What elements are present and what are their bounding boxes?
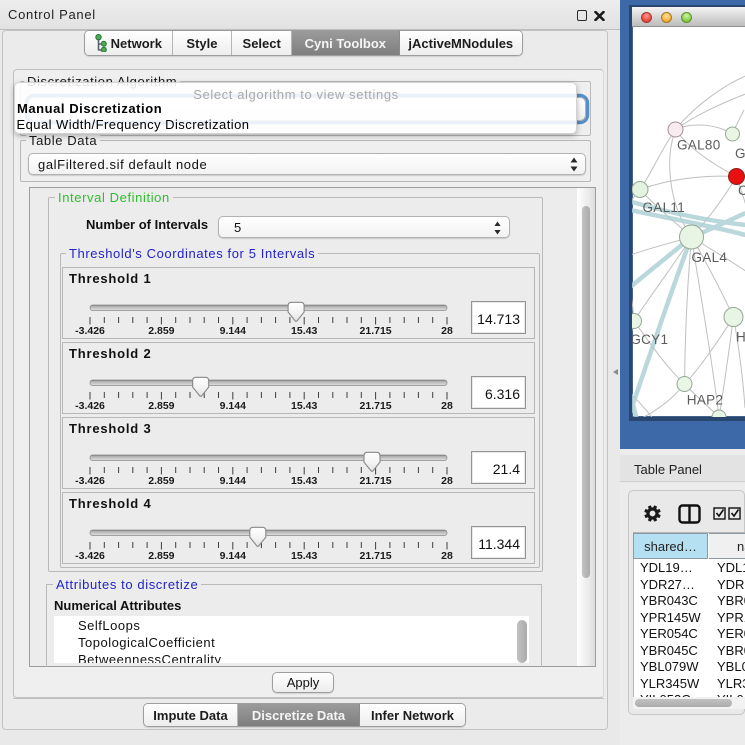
svg-text:GCY1: GCY1 xyxy=(632,332,668,347)
svg-text:21.715: 21.715 xyxy=(360,550,392,562)
svg-text:15.43: 15.43 xyxy=(291,475,317,487)
svg-text:GAL80: GAL80 xyxy=(677,138,721,153)
svg-text:28: 28 xyxy=(441,475,453,487)
svg-text:HAP2: HAP2 xyxy=(686,393,722,408)
svg-text:-3.426: -3.426 xyxy=(75,325,105,337)
svg-text:GAL4: GAL4 xyxy=(691,250,727,265)
svg-text:2.859: 2.859 xyxy=(148,325,174,337)
svg-text:21.715: 21.715 xyxy=(360,400,392,412)
svg-text:-3.426: -3.426 xyxy=(75,400,105,412)
svg-text:2.859: 2.859 xyxy=(148,400,174,412)
svg-text:28: 28 xyxy=(441,325,453,337)
svg-text:H: H xyxy=(736,330,745,345)
svg-text:15.43: 15.43 xyxy=(291,550,317,562)
svg-text:-3.426: -3.426 xyxy=(75,475,105,487)
svg-text:9.144: 9.144 xyxy=(220,475,246,487)
svg-text:-3.426: -3.426 xyxy=(75,550,105,562)
svg-text:9.144: 9.144 xyxy=(220,400,246,412)
svg-text:21.715: 21.715 xyxy=(360,475,392,487)
svg-text:21.715: 21.715 xyxy=(360,325,392,337)
svg-text:9.144: 9.144 xyxy=(220,550,246,562)
svg-text:2.859: 2.859 xyxy=(148,475,174,487)
svg-text:15.43: 15.43 xyxy=(291,325,317,337)
svg-text:C: C xyxy=(738,183,745,198)
svg-text:9.144: 9.144 xyxy=(220,325,246,337)
svg-text:28: 28 xyxy=(441,550,453,562)
svg-text:28: 28 xyxy=(441,400,453,412)
svg-text:15.43: 15.43 xyxy=(291,400,317,412)
svg-text:2.859: 2.859 xyxy=(148,550,174,562)
svg-text:GA: GA xyxy=(735,146,745,161)
svg-text:GAL11: GAL11 xyxy=(642,200,685,215)
